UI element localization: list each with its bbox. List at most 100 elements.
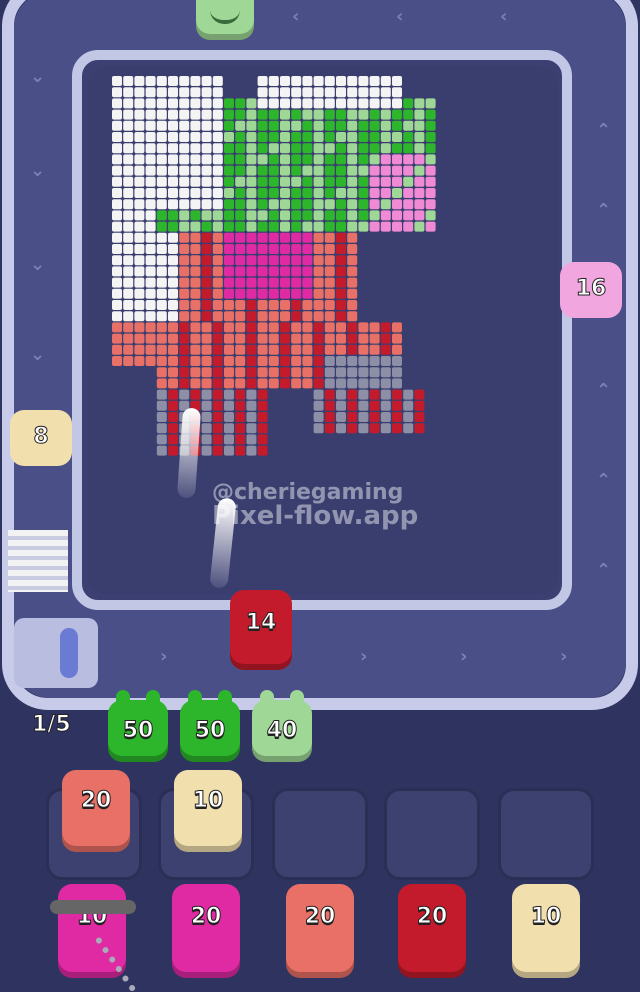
pixel-block: [403, 109, 414, 120]
queue-shooter[interactable]: 40: [252, 690, 312, 762]
pixel-block: [190, 333, 201, 344]
pixel-block: [380, 154, 391, 165]
shooter-top[interactable]: [196, 0, 254, 40]
slot-shooter[interactable]: 10: [174, 770, 242, 852]
pixel-block: [190, 255, 201, 266]
pixel-block: [235, 244, 246, 254]
pixel-block: [313, 120, 324, 131]
pixel-block: [235, 378, 246, 389]
pixel-block: [112, 266, 122, 277]
pixel-block: [347, 98, 358, 109]
pixel-block: [414, 154, 425, 165]
pixel-block: [145, 277, 156, 288]
pixel-block: [369, 143, 380, 154]
pixel-block: [392, 188, 402, 198]
pixel-block: [414, 132, 425, 142]
pixel-block: [280, 232, 290, 243]
pixel-block: [425, 98, 436, 109]
pixel-block: [168, 322, 178, 333]
pixel-block: [392, 423, 402, 434]
pixel-block: [358, 188, 369, 198]
pixel-block: [324, 322, 335, 333]
shooter-right[interactable]: 16: [560, 262, 622, 318]
pixel-block: [380, 367, 391, 378]
pixel-block: [235, 311, 246, 322]
holding-slot[interactable]: [272, 788, 368, 880]
shooter-active[interactable]: 14: [230, 590, 292, 670]
pixel-block: [380, 356, 391, 366]
pixel-block: [224, 266, 234, 277]
pixel-block: [268, 76, 279, 86]
pixel-block: [190, 120, 201, 131]
queue-shooter[interactable]: 50: [108, 690, 168, 762]
pixel-block: [156, 423, 167, 434]
bottom-shooter[interactable]: 20: [172, 884, 240, 978]
pixel-block: [280, 356, 290, 366]
pixel-block: [156, 221, 167, 232]
pixel-block: [156, 188, 167, 198]
pixel-block: [134, 244, 145, 254]
pixel-block: [324, 109, 335, 120]
pixel-block: [168, 288, 178, 299]
pixel-block: [112, 210, 122, 221]
pixel-block: [212, 400, 223, 411]
pixel-block: [257, 165, 268, 176]
pixel-block: [168, 344, 178, 355]
pixel-block: [156, 434, 167, 445]
holding-slot[interactable]: [384, 788, 480, 880]
bottom-shooter[interactable]: 20: [286, 884, 354, 978]
pixel-block: [347, 132, 358, 142]
pixel-block: [235, 188, 246, 198]
pixel-block: [235, 322, 246, 333]
slot-shooter[interactable]: 20: [62, 770, 130, 852]
pixel-block: [112, 255, 122, 266]
pixel-block: [291, 165, 302, 176]
pixel-block: [257, 344, 268, 355]
ear: [290, 690, 304, 706]
pixel-block: [291, 356, 302, 366]
pixel-block: [112, 120, 122, 131]
pixel-block: [212, 300, 223, 310]
pixel-block: [302, 199, 313, 210]
bottom-shooter[interactable]: 10: [512, 884, 580, 978]
pixel-block: [268, 232, 279, 243]
pixel-block: [224, 389, 234, 400]
pixel-block: [358, 322, 369, 333]
pixel-block: [257, 221, 268, 232]
pixel-block: [336, 176, 346, 187]
pixel-block: [257, 311, 268, 322]
pixel-block: [392, 378, 402, 389]
pixel-block: [324, 176, 335, 187]
pixel-block: [347, 221, 358, 232]
pixel-block: [324, 367, 335, 378]
pixel-block: [336, 154, 346, 165]
pixel-block: [257, 188, 268, 198]
pixel-block: [380, 378, 391, 389]
pixel-block: [224, 400, 234, 411]
queue-shooter[interactable]: 50: [180, 690, 240, 762]
pixel-block: [392, 367, 402, 378]
pixel-block: [324, 221, 335, 232]
pixel-block: [302, 210, 313, 221]
pixel-block: [336, 109, 346, 120]
pixel-block: [168, 255, 178, 266]
pixel-block: [313, 199, 324, 210]
pixel-block: [313, 98, 324, 109]
shooter-left[interactable]: 8: [10, 410, 72, 466]
pixel-block: [224, 188, 234, 198]
pixel-block: [190, 344, 201, 355]
pixel-block: [156, 210, 167, 221]
pixel-block: [156, 76, 167, 86]
pixel-block: [168, 400, 178, 411]
pixel-block: [145, 132, 156, 142]
pixel-block: [246, 356, 257, 366]
holding-slot[interactable]: [498, 788, 594, 880]
pixel-block: [280, 255, 290, 266]
pixel-block: [369, 378, 380, 389]
bottom-shooter[interactable]: 20: [398, 884, 466, 978]
pixel-block: [201, 333, 212, 344]
pixel-block: [280, 98, 290, 109]
pixel-block: [268, 367, 279, 378]
pixel-block: [112, 232, 122, 243]
pixel-block: [123, 255, 134, 266]
